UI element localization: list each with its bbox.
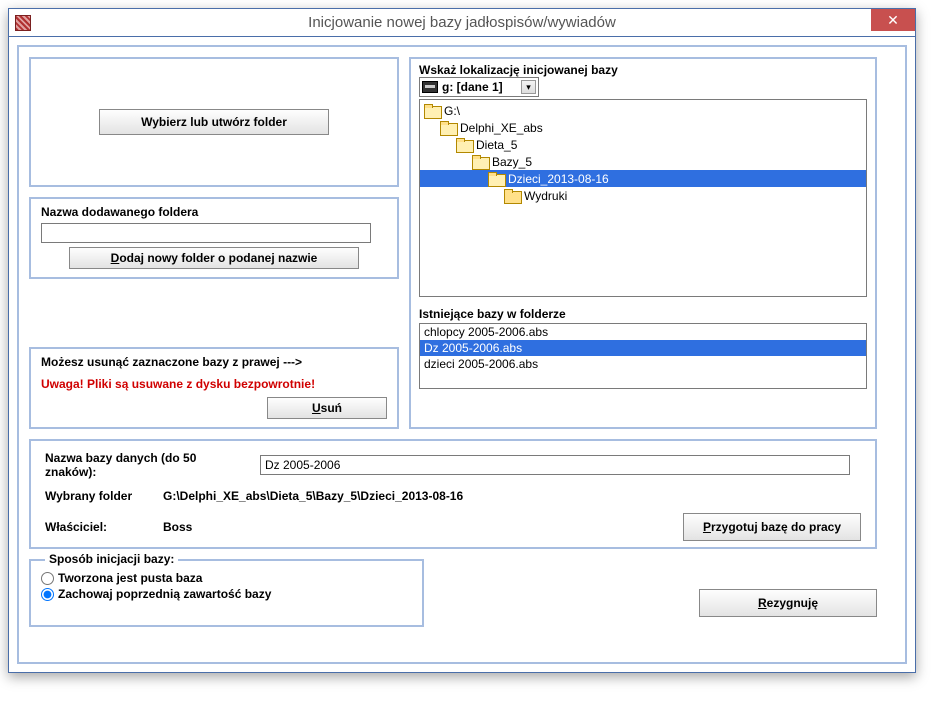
folder-icon bbox=[472, 155, 488, 168]
group-location: Wskaż lokalizację inicjowanej bazy g: [d… bbox=[409, 57, 877, 429]
init-legend: Sposób inicjacji bazy: bbox=[45, 552, 178, 566]
tree-row-label: Delphi_XE_abs bbox=[460, 121, 543, 135]
radio-empty-input[interactable] bbox=[41, 572, 54, 585]
group-choose-folder: Wybierz lub utwórz folder bbox=[29, 57, 399, 187]
folder-icon bbox=[424, 104, 440, 117]
prepare-db-button[interactable]: Przygotuj bazę do pracy bbox=[683, 513, 861, 541]
new-folder-label: Nazwa dodawanego foldera bbox=[41, 205, 387, 219]
group-init-mode: Sposób inicjacji bazy: Tworzona jest pus… bbox=[29, 559, 424, 627]
tree-row-label: Wydruki bbox=[524, 189, 567, 203]
outer-frame: Wybierz lub utwórz folder Nazwa dodawane… bbox=[17, 45, 907, 664]
tree-row-label: G:\ bbox=[444, 104, 460, 118]
close-icon: ✕ bbox=[887, 12, 899, 29]
choose-folder-button[interactable]: Wybierz lub utwórz folder bbox=[99, 109, 329, 135]
tree-row-label: Dieta_5 bbox=[476, 138, 517, 152]
radio-empty-label: Tworzona jest pusta baza bbox=[58, 571, 202, 585]
drive-select[interactable]: g: [dane 1] ▾ bbox=[419, 77, 539, 97]
dialog-window: Inicjowanie nowej bazy jadłospisów/wywia… bbox=[8, 8, 916, 673]
add-folder-button[interactable]: Dodaj nowy folder o podanej nazwie bbox=[69, 247, 359, 269]
tree-row[interactable]: G:\ bbox=[420, 102, 866, 119]
folder-label: Wybrany folder bbox=[45, 489, 153, 503]
folder-tree[interactable]: G:\Delphi_XE_abs Dieta_5 Bazy_5 Dzieci_2013… bbox=[419, 99, 867, 297]
list-item[interactable]: Dz 2005-2006.abs bbox=[420, 340, 866, 356]
tree-row[interactable]: Delphi_XE_abs bbox=[420, 119, 866, 136]
new-folder-input[interactable] bbox=[41, 223, 371, 243]
tree-row[interactable]: Dieta_5 bbox=[420, 136, 866, 153]
chevron-down-icon: ▾ bbox=[521, 80, 536, 94]
add-folder-button-rest: odaj nowy folder o podanej nazwie bbox=[119, 251, 317, 265]
tree-row[interactable]: Bazy_5 bbox=[420, 153, 866, 170]
group-delete: Możesz usunąć zaznaczone bazy z prawej -… bbox=[29, 347, 399, 429]
folder-icon bbox=[488, 172, 504, 185]
cancel-button[interactable]: Rezygnuję bbox=[699, 589, 877, 617]
tree-row[interactable]: Dzieci_2013-08-16 bbox=[420, 170, 866, 187]
db-name-input[interactable] bbox=[260, 455, 850, 475]
drive-icon bbox=[422, 81, 438, 93]
delete-button[interactable]: Usuń bbox=[267, 397, 387, 419]
owner-label: Właściciel: bbox=[45, 520, 153, 534]
drive-value: g: [dane 1] bbox=[442, 80, 503, 94]
delete-hint: Możesz usunąć zaznaczone bazy z prawej -… bbox=[41, 355, 387, 369]
radio-keep-label: Zachowaj poprzednią zawartość bazy bbox=[58, 587, 271, 601]
existing-files-list[interactable]: chlopcy 2005-2006.absDz 2005-2006.absdzi… bbox=[419, 323, 867, 389]
list-item[interactable]: chlopcy 2005-2006.abs bbox=[420, 324, 866, 340]
location-label: Wskaż lokalizację inicjowanej bazy bbox=[419, 63, 867, 77]
window-title: Inicjowanie nowej bazy jadłospisów/wywia… bbox=[9, 14, 915, 31]
db-name-label: Nazwa bazy danych (do 50 znaków): bbox=[45, 451, 250, 479]
list-item[interactable]: dzieci 2005-2006.abs bbox=[420, 356, 866, 372]
titlebar: Inicjowanie nowej bazy jadłospisów/wywia… bbox=[9, 9, 915, 37]
radio-keep[interactable]: Zachowaj poprzednią zawartość bazy bbox=[41, 587, 412, 601]
radio-keep-input[interactable] bbox=[41, 588, 54, 601]
close-button[interactable]: ✕ bbox=[871, 9, 915, 31]
group-db: Nazwa bazy danych (do 50 znaków): Wybran… bbox=[29, 439, 877, 549]
folder-icon bbox=[440, 121, 456, 134]
tree-row-label: Dzieci_2013-08-16 bbox=[508, 172, 609, 186]
tree-row[interactable]: Wydruki bbox=[420, 187, 866, 204]
folder-value: G:\Delphi_XE_abs\Dieta_5\Bazy_5\Dzieci_2… bbox=[163, 489, 463, 503]
existing-label: Istniejące bazy w folderze bbox=[419, 307, 867, 321]
tree-row-label: Bazy_5 bbox=[492, 155, 532, 169]
owner-value: Boss bbox=[163, 520, 192, 534]
folder-icon bbox=[504, 189, 520, 202]
radio-empty[interactable]: Tworzona jest pusta baza bbox=[41, 571, 412, 585]
folder-icon bbox=[456, 138, 472, 151]
delete-warning: Uwaga! Pliki są usuwane z dysku bezpowro… bbox=[41, 377, 387, 391]
group-new-folder: Nazwa dodawanego foldera Dodaj nowy fold… bbox=[29, 197, 399, 279]
